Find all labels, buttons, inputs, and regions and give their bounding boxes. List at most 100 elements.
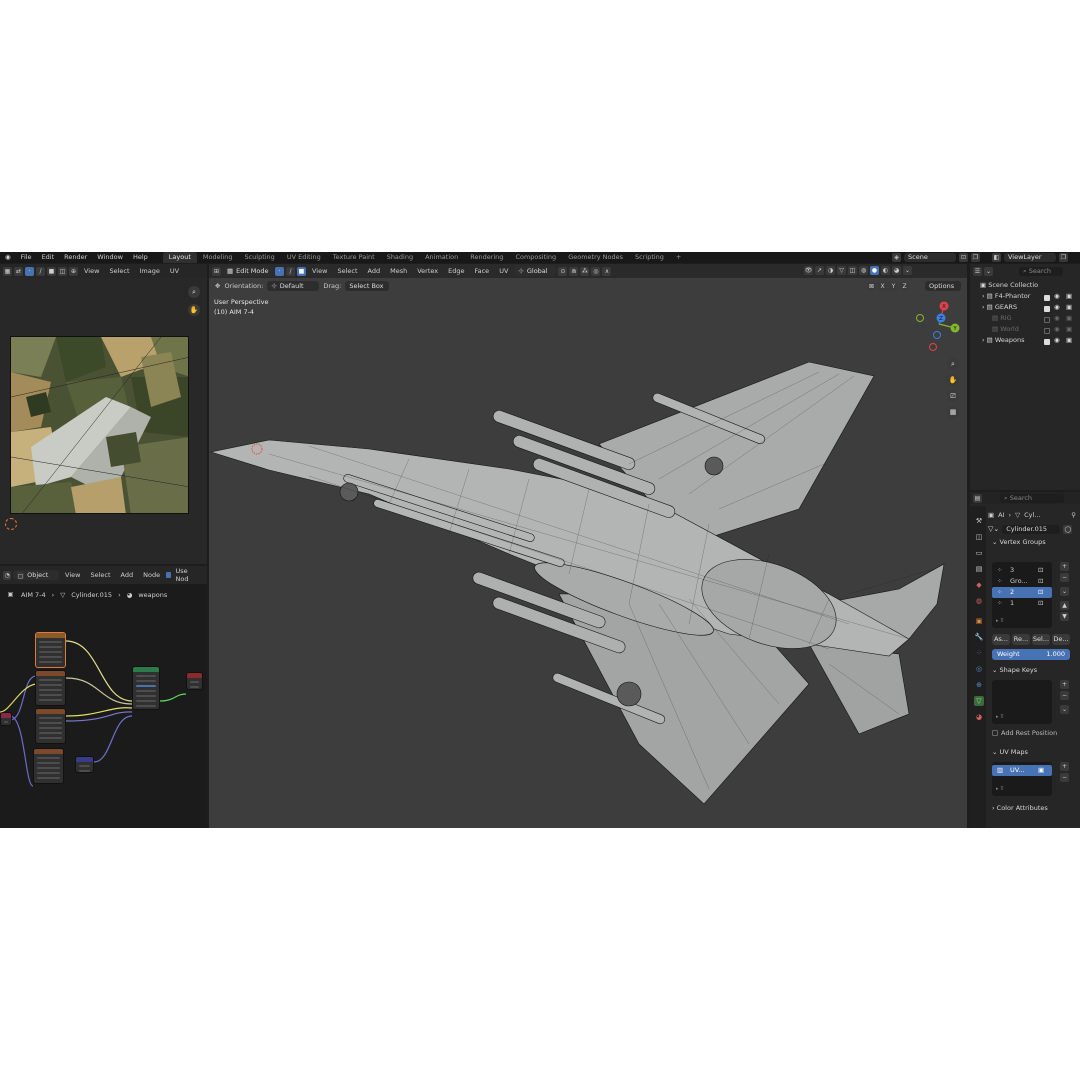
zoom-icon[interactable]: ⌕ (188, 286, 200, 298)
breadcrumb-mesh[interactable]: Cylinder.015 (71, 591, 112, 599)
sync-selection-icon[interactable]: ⇄ (14, 266, 23, 276)
view-layer-icon[interactable]: ◧ (992, 253, 1001, 262)
lock-icon[interactable]: ⊡ (1038, 565, 1043, 576)
menu-help[interactable]: Help (128, 252, 153, 263)
workspace-tab-scripting[interactable]: Scripting (629, 252, 670, 263)
uv-map-item[interactable]: ▥ UV... ▣ (992, 765, 1052, 776)
add-uv-map-button[interactable]: + (1060, 762, 1069, 771)
lock-icon[interactable]: ⊡ (1038, 576, 1043, 587)
outliner-item-weapons[interactable]: › ▤ Weapons ◉ ▣ (970, 335, 1080, 346)
particles-tab-icon[interactable]: ⁘ (974, 648, 984, 658)
outliner-search-input[interactable]: ⌕ Search (1019, 266, 1063, 276)
face-select-icon[interactable]: ■ (47, 266, 56, 276)
workspace-tab-uv-editing[interactable]: UV Editing (281, 252, 327, 263)
shape-key-specials-icon[interactable]: ⌄ (1060, 705, 1069, 714)
mesh-data-icon[interactable]: ▽⌄ (988, 525, 999, 533)
constraints-tab-icon[interactable]: ⊕ (974, 680, 984, 690)
deselect-button[interactable]: De... (1052, 634, 1070, 645)
eye-icon[interactable]: ◉ (1054, 335, 1060, 346)
eye-icon[interactable]: ◉ (1054, 313, 1060, 324)
add-workspace-button[interactable]: + (670, 252, 687, 263)
pan-hand-icon[interactable]: ✋ (188, 304, 200, 316)
list-resize-handle[interactable]: ▸ ⠿ (996, 714, 1004, 720)
image-menu-uv[interactable]: UV (166, 267, 183, 275)
vertex-group-item-selected[interactable]: ⁘ 2 ⊡ (992, 587, 1052, 598)
render-camera-icon[interactable]: ▣ (1038, 765, 1044, 776)
2d-cursor-icon[interactable] (5, 518, 17, 530)
view-layer-tab-icon[interactable]: ▤ (974, 564, 984, 574)
mesh-name-field[interactable]: Cylinder.015 (1002, 524, 1061, 534)
image-menu-image[interactable]: Image (136, 267, 164, 275)
lock-icon[interactable]: ⊡ (1038, 587, 1043, 598)
material-output-node[interactable] (186, 672, 203, 690)
uv-maps-panel-header[interactable]: ⌄ UV Maps (988, 746, 1028, 758)
remove-button[interactable]: Re... (1012, 634, 1030, 645)
eye-icon[interactable]: ◉ (1054, 291, 1060, 302)
remove-shape-key-button[interactable]: − (1060, 691, 1069, 700)
render-tab-icon[interactable]: ◫ (974, 532, 984, 542)
shape-keys-list[interactable]: ▸ ⠿ (992, 680, 1052, 724)
image-texture-node[interactable] (35, 632, 66, 668)
mesh-data-tab-icon[interactable]: ▽ (974, 696, 984, 706)
list-resize-handle[interactable]: ▸ ⠿ (996, 786, 1004, 792)
node-editor-type-icon[interactable]: ◔ (3, 570, 12, 580)
workspace-tab-geometry-nodes[interactable]: Geometry Nodes (562, 252, 629, 263)
outliner-item-gears[interactable]: › ▤ GEARS ◉ ▣ (970, 302, 1080, 313)
world-tab-icon[interactable]: ◍ (974, 596, 984, 606)
add-rest-position-checkbox[interactable] (992, 730, 998, 736)
camera-icon[interactable]: ▣ (1066, 291, 1072, 302)
move-down-icon[interactable]: ▼ (1060, 612, 1069, 621)
vertex-group-item[interactable]: ⁘ 3 ⊡ (992, 565, 1052, 576)
color-attributes-panel-header[interactable]: › Color Attributes (988, 802, 1048, 814)
camera-icon[interactable]: ▣ (1066, 324, 1072, 335)
properties-search-input[interactable]: ⌕ Search (1000, 493, 1064, 503)
workspace-tab-shading[interactable]: Shading (381, 252, 419, 263)
uv-map-node[interactable] (0, 712, 12, 726)
exclude-checkbox[interactable] (1044, 317, 1050, 323)
workspace-tab-modeling[interactable]: Modeling (197, 252, 239, 263)
edge-select-icon[interactable]: / (36, 266, 45, 276)
image-menu-select[interactable]: Select (105, 267, 133, 275)
pin-icon[interactable]: ⚲ (1071, 511, 1080, 519)
properties-editor-type-icon[interactable]: ▤ (973, 493, 982, 503)
scene-tab-icon[interactable]: ◆ (974, 580, 984, 590)
new-view-layer-icon[interactable]: ❐ (1059, 253, 1068, 262)
breadcrumb-object[interactable]: AIM 7-4 (21, 591, 46, 599)
workspace-tab-texture-paint[interactable]: Texture Paint (327, 252, 381, 263)
weight-slider[interactable]: Weight 1.000 (992, 649, 1070, 660)
node-menu-add[interactable]: Add (117, 571, 138, 579)
image-menu-view[interactable]: View (80, 267, 103, 275)
outliner-item-f4-phantom[interactable]: › ▤ F4-Phantor ◉ ▣ (970, 291, 1080, 302)
workspace-tab-sculpting[interactable]: Sculpting (238, 252, 280, 263)
lock-icon[interactable]: ⊡ (1038, 598, 1043, 609)
move-up-icon[interactable]: ▲ (1060, 601, 1069, 610)
image-texture-node-2[interactable] (35, 670, 66, 706)
exclude-checkbox[interactable] (1044, 328, 1050, 334)
workspace-tab-animation[interactable]: Animation (419, 252, 464, 263)
menu-edit[interactable]: Edit (37, 252, 60, 263)
camera-icon[interactable]: ▣ (1066, 335, 1072, 346)
scene-icon[interactable]: ◈ (892, 253, 901, 262)
list-resize-handle[interactable]: ▸ ⠿ (996, 618, 1004, 624)
node-menu-select[interactable]: Select (86, 571, 114, 579)
exclude-checkbox[interactable] (1044, 339, 1050, 345)
outliner-editor-type-icon[interactable]: ☰ (973, 266, 982, 276)
outliner-item-rig[interactable]: ▤ RIG ◉ ▣ (970, 313, 1080, 324)
normal-map-node[interactable] (75, 756, 94, 773)
outliner-item-world[interactable]: ▤ World ◉ ▣ (970, 324, 1080, 335)
vertex-groups-list[interactable]: ⁘ 3 ⊡ ⁘ Gro... ⊡ ⁘ 2 ⊡ ⁘ 1 ⊡ ▸ ⠿ (992, 562, 1052, 628)
workspace-tab-rendering[interactable]: Rendering (464, 252, 509, 263)
menu-window[interactable]: Window (92, 252, 128, 263)
principled-bsdf-node[interactable] (132, 666, 160, 710)
output-tab-icon[interactable]: ▭ (974, 548, 984, 558)
view-layer-selector[interactable]: ViewLayer (1004, 253, 1056, 262)
camera-icon[interactable]: ▣ (1066, 313, 1072, 324)
vertex-group-item[interactable]: ⁘ Gro... ⊡ (992, 576, 1052, 587)
vertex-group-item[interactable]: ⁘ 1 ⊡ (992, 598, 1052, 609)
menu-file[interactable]: File (16, 252, 37, 263)
camera-icon[interactable]: ▣ (1066, 302, 1072, 313)
node-menu-node[interactable]: Node (139, 571, 164, 579)
node-menu-view[interactable]: View (61, 571, 84, 579)
vertex-group-specials-icon[interactable]: ⌄ (1060, 587, 1069, 596)
image-texture-node-4[interactable] (33, 748, 64, 784)
